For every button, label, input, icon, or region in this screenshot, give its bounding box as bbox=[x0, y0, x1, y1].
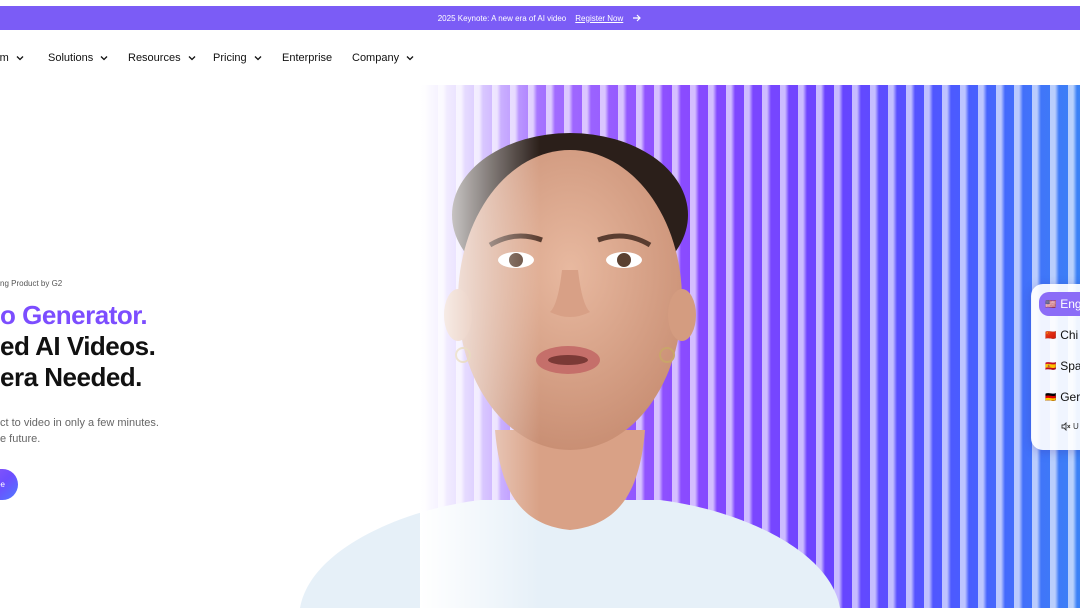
language-label: Eng bbox=[1060, 297, 1080, 311]
nav-item-label: Pricing bbox=[213, 52, 247, 64]
language-option-chinese[interactable]: 🇨🇳 Chi bbox=[1039, 323, 1080, 347]
language-label: Spa bbox=[1060, 359, 1080, 373]
nav-item-label: Company bbox=[352, 52, 400, 64]
nav-item-platform[interactable]: rm bbox=[0, 52, 24, 64]
register-now-link[interactable]: Register Now bbox=[575, 14, 623, 23]
chevron-down-icon bbox=[254, 55, 262, 61]
de-flag-icon: 🇩🇪 bbox=[1045, 391, 1057, 402]
nav-item-pricing[interactable]: Pricing bbox=[213, 52, 262, 64]
chevron-down-icon bbox=[406, 55, 414, 61]
subtitle-line-1: ct to video in only a few minutes. bbox=[0, 417, 159, 429]
cta-label: ee bbox=[0, 480, 5, 489]
headline-line-2: ed AI Videos. bbox=[0, 331, 156, 361]
nav-item-enterprise[interactable]: Enterprise bbox=[282, 52, 332, 64]
get-started-button[interactable]: ee bbox=[0, 469, 18, 500]
unmute-button[interactable]: U bbox=[1061, 422, 1079, 431]
language-label: Ger bbox=[1060, 390, 1080, 404]
cn-flag-icon: 🇨🇳 bbox=[1045, 329, 1057, 340]
nav-item-resources[interactable]: Resources bbox=[128, 52, 196, 64]
language-label: Chi bbox=[1060, 328, 1079, 342]
language-option-german[interactable]: 🇩🇪 Ger bbox=[1039, 385, 1080, 409]
language-option-english[interactable]: 🇺🇸 Eng bbox=[1039, 292, 1080, 316]
language-selector: 🇺🇸 Eng 🇨🇳 Chi 🇪🇸 Spa 🇩🇪 Ger U bbox=[1031, 284, 1080, 450]
headline-line-1: o Generator. bbox=[0, 300, 148, 330]
us-flag-icon: 🇺🇸 bbox=[1045, 298, 1057, 309]
nav-item-label: Resources bbox=[128, 52, 181, 64]
subtitle-line-2: e future. bbox=[0, 432, 41, 445]
nav-item-solutions[interactable]: Solutions bbox=[48, 52, 108, 64]
chevron-down-icon bbox=[100, 55, 108, 61]
chevron-down-icon bbox=[188, 55, 196, 61]
main-nav: rm Solutions Resources Pricing Enterpris… bbox=[0, 30, 1080, 85]
unmute-label: U bbox=[1073, 422, 1079, 431]
nav-item-company[interactable]: Company bbox=[352, 52, 414, 64]
chevron-down-icon bbox=[16, 55, 24, 61]
announcement-banner: 2025 Keynote: A new era of AI video Regi… bbox=[0, 6, 1080, 30]
nav-item-label: Solutions bbox=[48, 52, 94, 64]
es-flag-icon: 🇪🇸 bbox=[1045, 360, 1057, 371]
headline-line-3: era Needed. bbox=[0, 362, 142, 392]
language-option-spanish[interactable]: 🇪🇸 Spa bbox=[1039, 354, 1080, 378]
hero-eyebrow: ng Product by G2 bbox=[0, 279, 63, 288]
nav-item-label: rm bbox=[0, 52, 9, 64]
speaker-muted-icon bbox=[1061, 422, 1071, 431]
nav-item-label: Enterprise bbox=[282, 52, 333, 64]
avatar-presenter-image bbox=[300, 133, 840, 608]
hero-headline: o Generator. ed AI Videos. era Needed. bbox=[0, 300, 156, 393]
banner-text: 2025 Keynote: A new era of AI video bbox=[437, 13, 567, 23]
hero-subtitle: ct to video in only a few minutes. e fut… bbox=[0, 416, 159, 447]
arrow-right-icon[interactable] bbox=[632, 13, 642, 23]
